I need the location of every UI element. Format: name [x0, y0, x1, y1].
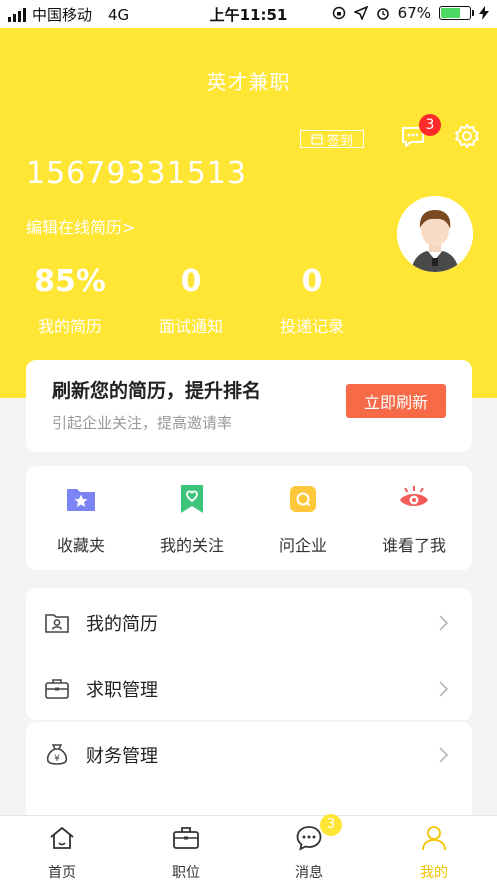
quick-action-label: 我的关注	[159, 536, 224, 555]
stat-value: 0	[180, 264, 202, 299]
quick-action-label: 收藏夹	[56, 536, 105, 555]
quick-actions: 收藏夹 我的关注 问企业 谁看了我	[26, 466, 472, 570]
menu-item-label: 我的简历	[86, 614, 158, 635]
folder-star-icon	[67, 489, 95, 511]
tab-label: 职位	[172, 865, 200, 881]
eye-icon	[400, 486, 428, 506]
stat-value: 85%	[34, 264, 106, 299]
location-icon	[353, 6, 368, 20]
menu-item-label: 求职管理	[86, 680, 158, 701]
chevron-right-icon	[439, 747, 449, 763]
menu-list: 我的简历 求职管理	[26, 588, 472, 720]
chevron-right-icon	[439, 681, 449, 697]
menu-item-job-management[interactable]: 求职管理	[26, 656, 472, 722]
stat-label: 面试通知	[158, 317, 223, 336]
battery-icon	[439, 6, 474, 20]
edit-resume-link[interactable]: 编辑在线简历>	[26, 214, 135, 238]
stat-label: 投递记录	[279, 317, 344, 336]
app-title: 英才兼职	[206, 70, 291, 94]
status-bar: 中国移动 4G 上午11:51 67%	[0, 0, 497, 28]
quick-action-ask-company[interactable]: 问企业	[248, 482, 358, 556]
refresh-title: 刷新您的简历，提升排名	[52, 380, 262, 402]
home-icon	[50, 827, 74, 849]
briefcase-icon	[173, 827, 199, 849]
messages-tab-badge: 3	[320, 814, 342, 836]
stat-interviews[interactable]: 0 面试通知	[131, 264, 251, 337]
alarm-icon	[376, 8, 389, 20]
user-icon	[422, 826, 446, 851]
tab-label: 首页	[48, 865, 76, 881]
chat-question-icon	[290, 486, 316, 512]
charging-icon	[479, 6, 489, 20]
menu-item-my-resume[interactable]: 我的简历	[26, 590, 472, 656]
phone-number: 15679331513	[26, 156, 247, 191]
menu-item-finance[interactable]: ¥ 财务管理	[26, 722, 472, 788]
stat-applications[interactable]: 0 投递记录	[252, 264, 372, 337]
message-badge: 3	[419, 114, 441, 136]
tab-mine[interactable]: 我的	[394, 824, 474, 882]
stat-label: 我的简历	[37, 317, 102, 336]
chat-icon	[296, 826, 322, 851]
status-right: 67%	[332, 4, 489, 22]
calendar-icon	[311, 134, 323, 145]
resume-icon	[45, 614, 69, 633]
tab-bar: 首页 职位 消息 我的	[0, 815, 497, 883]
menu-list-2: ¥ 财务管理	[26, 722, 472, 822]
quick-action-favorites[interactable]: 收藏夹	[26, 482, 136, 556]
battery-percent: 67%	[397, 4, 431, 22]
avatar-illustration	[397, 196, 473, 272]
checkin-label: 签到	[326, 133, 353, 149]
bookmark-heart-icon	[181, 485, 203, 513]
menu-item-label: 财务管理	[86, 746, 158, 767]
tab-home[interactable]: 首页	[22, 824, 102, 882]
avatar[interactable]	[397, 196, 473, 272]
refresh-resume-card: 刷新您的简历，提升排名 引起企业关注，提高邀请率 立即刷新	[26, 360, 472, 452]
stat-value: 0	[301, 264, 323, 299]
checkin-button[interactable]: 签到	[300, 130, 364, 149]
quick-action-label: 谁看了我	[381, 536, 446, 555]
refresh-now-button[interactable]: 立即刷新	[346, 384, 446, 418]
quick-action-following[interactable]: 我的关注	[137, 482, 247, 556]
refresh-subtitle: 引起企业关注，提高邀请率	[52, 414, 233, 432]
stat-resume[interactable]: 85% 我的简历	[10, 264, 130, 337]
profile-header: 英才兼职 签到 3 15679331513 编辑在线简历> 85% 我的简历 0	[0, 28, 497, 398]
tab-label: 我的	[420, 865, 448, 881]
chevron-right-icon	[439, 615, 449, 631]
rotation-lock-icon	[332, 6, 345, 20]
tab-jobs[interactable]: 职位	[146, 824, 226, 882]
money-bag-icon: ¥	[46, 744, 68, 765]
quick-action-who-viewed[interactable]: 谁看了我	[359, 482, 469, 556]
tab-label: 消息	[295, 865, 323, 881]
briefcase-icon	[45, 679, 69, 699]
svg-text:¥: ¥	[54, 754, 60, 764]
quick-action-label: 问企业	[278, 536, 327, 555]
gear-icon[interactable]	[454, 123, 480, 149]
